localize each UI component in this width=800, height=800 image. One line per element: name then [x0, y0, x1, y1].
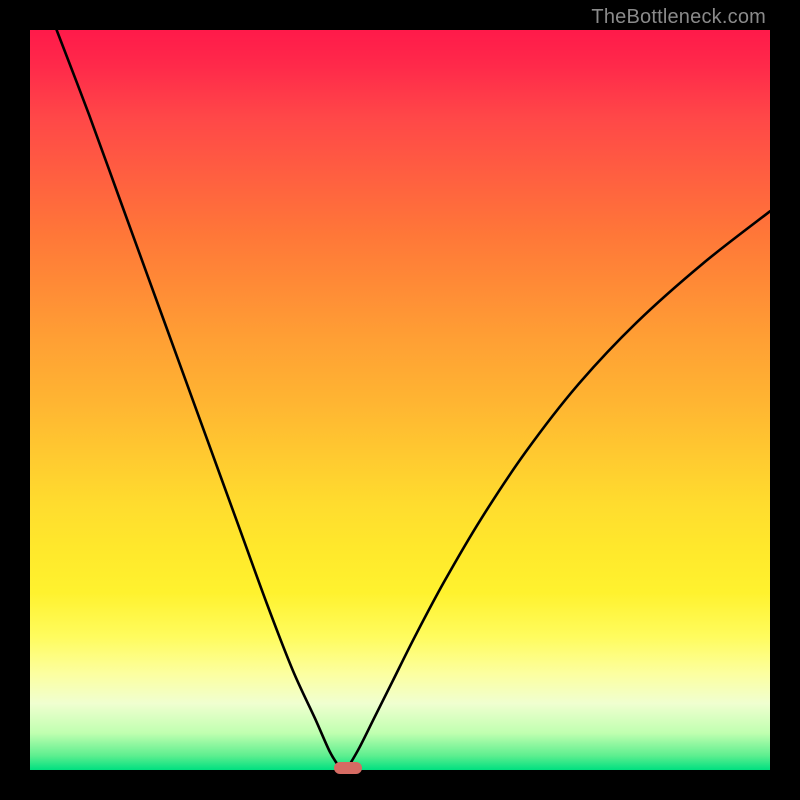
- curve-left-branch: [57, 30, 340, 767]
- chart-frame: TheBottleneck.com: [0, 0, 800, 800]
- optimal-point-marker: [334, 762, 362, 774]
- watermark-text: TheBottleneck.com: [591, 6, 766, 29]
- bottleneck-curve: [30, 30, 770, 770]
- curve-right-branch: [348, 211, 770, 767]
